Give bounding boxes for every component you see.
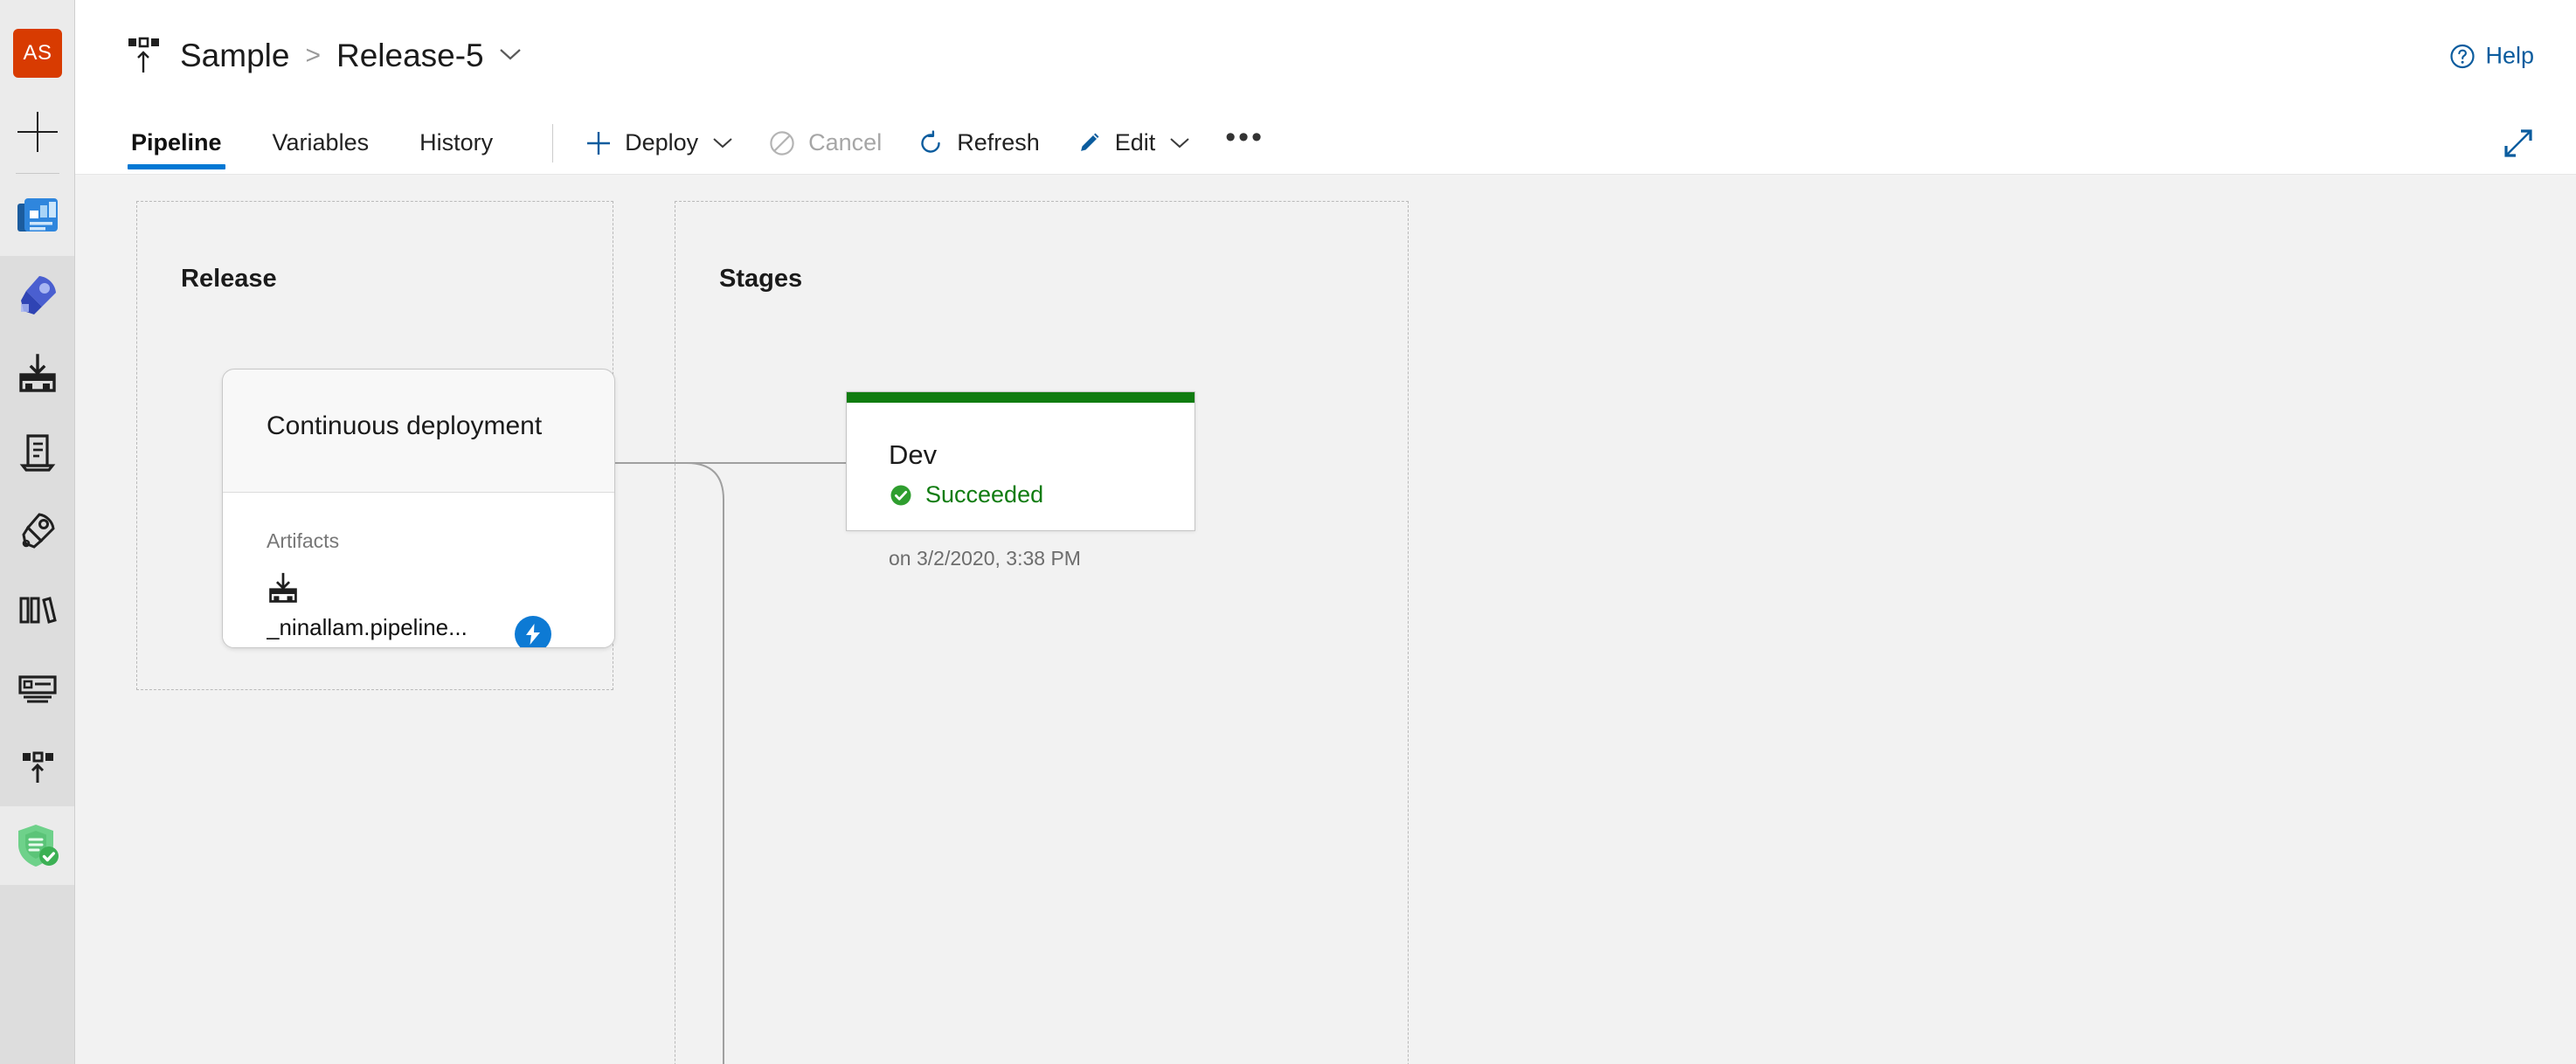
expand-diagonal-icon — [2504, 128, 2532, 157]
task-group-icon — [18, 675, 57, 703]
left-rail: AS — [0, 0, 75, 1064]
stage-status-bar — [847, 392, 1195, 403]
edit-button[interactable]: Edit — [1075, 129, 1191, 157]
stage-dev-title: Dev — [889, 439, 938, 470]
pipeline-canvas: Release Stages Continuous deployment Art… — [75, 175, 2576, 1064]
main-column: Sample > Release-5 Help Pipeline Variabl… — [75, 0, 2576, 1064]
chevron-down-icon[interactable] — [712, 136, 733, 150]
breadcrumb-project[interactable]: Sample — [180, 38, 289, 74]
tab-list: Pipeline Variables History — [128, 112, 540, 175]
rail-item-releases[interactable] — [0, 492, 75, 570]
artifact-download-icon — [267, 572, 614, 610]
tab-history-label: History — [419, 129, 494, 155]
deployment-group-icon — [23, 751, 53, 783]
help-label: Help — [2485, 42, 2534, 69]
rail-item-test-plans[interactable] — [0, 413, 75, 492]
cancel-button: Cancel — [768, 129, 882, 157]
rail-item-security-advisor[interactable] — [0, 806, 75, 885]
plus-icon — [17, 112, 58, 152]
stage-dev-timestamp: on 3/2/2020, 3:38 PM — [889, 547, 1081, 570]
stages-group: Stages — [675, 201, 1409, 1064]
rail-item-overview[interactable] — [0, 177, 75, 256]
tab-variables[interactable]: Variables — [269, 112, 373, 175]
deploy-button[interactable]: Deploy — [585, 129, 733, 157]
rail-bottom-section — [0, 806, 74, 885]
overview-icon — [17, 198, 58, 231]
app-root: AS Sample > Release-5 Help Pipeline Vari… — [0, 0, 2576, 1064]
release-card-title: Continuous deployment — [267, 411, 543, 440]
release-card[interactable]: Continuous deployment Artifacts _ninalla… — [222, 369, 615, 648]
release-pipeline-icon — [128, 37, 164, 75]
test-plan-icon — [19, 434, 56, 472]
help-icon — [2449, 43, 2476, 69]
rail-item-create-new[interactable] — [0, 93, 75, 171]
refresh-icon — [917, 129, 945, 157]
library-icon — [19, 597, 57, 624]
breadcrumb-separator: > — [305, 41, 321, 70]
chevron-down-icon[interactable] — [1169, 136, 1190, 150]
release-card-body: Artifacts _ninallam.pipeline... — [223, 493, 614, 648]
success-check-icon — [889, 483, 913, 508]
stage-dev-body: Dev Succeeded on 3/2/2020, 3:38 PM — [847, 403, 1195, 600]
more-commands-button[interactable]: ••• — [1225, 121, 1264, 165]
rocket-icon — [21, 276, 56, 314]
block-icon — [768, 129, 796, 157]
breadcrumb-release[interactable]: Release-5 — [336, 38, 484, 74]
release-group-title: Release — [181, 265, 277, 293]
stage-dev-status: Succeeded — [889, 481, 1195, 508]
shield-check-icon — [18, 825, 59, 867]
deploy-label: Deploy — [625, 129, 699, 155]
expand-view-button[interactable] — [2503, 128, 2534, 159]
tab-pipeline[interactable]: Pipeline — [128, 112, 225, 175]
cancel-label: Cancel — [808, 129, 883, 155]
tab-variables-label: Variables — [272, 129, 370, 155]
artifact-name: _ninallam.pipeline... — [267, 614, 467, 640]
artifact-download-icon — [19, 354, 56, 392]
command-bar-divider — [552, 123, 554, 162]
artifact-version-link[interactable]: 20200302.7 — [267, 642, 614, 648]
rail-item-artifacts[interactable] — [0, 335, 75, 413]
stages-group-title: Stages — [719, 265, 803, 293]
rail-item-deployment-groups[interactable] — [0, 728, 75, 806]
rail-item-pipelines[interactable] — [0, 256, 75, 335]
rail-divider — [15, 173, 59, 174]
avatar[interactable]: AS — [0, 14, 75, 93]
help-link[interactable]: Help — [2449, 43, 2534, 70]
plus-icon — [585, 129, 613, 157]
tab-history[interactable]: History — [416, 112, 496, 175]
stage-card-dev[interactable]: Dev Succeeded on 3/2/2020, 3:38 PM — [846, 391, 1195, 570]
refresh-button[interactable]: Refresh — [917, 129, 1040, 157]
edit-label: Edit — [1114, 129, 1156, 155]
stage-dev-status-label: Succeeded — [925, 481, 1044, 508]
tab-pipeline-label: Pipeline — [131, 129, 222, 155]
rail-top-section: AS — [0, 0, 74, 256]
pencil-icon — [1075, 129, 1103, 157]
command-bar: Pipeline Variables History Deploy Cancel… — [75, 112, 2576, 175]
breadcrumb: Sample > Release-5 — [180, 38, 523, 74]
chevron-down-icon[interactable] — [498, 46, 523, 66]
rail-item-library[interactable] — [0, 570, 75, 649]
avatar-initials: AS — [13, 29, 62, 78]
page-header: Sample > Release-5 Help — [75, 0, 2576, 112]
rail-item-task-groups[interactable] — [0, 649, 75, 728]
more-commands-label: ••• — [1225, 121, 1264, 154]
artifacts-label: Artifacts — [267, 529, 340, 552]
artifact-row[interactable]: _ninallam.pipeline... 20200302.7 — [267, 572, 614, 648]
rocket-outline-icon — [22, 513, 55, 549]
continuous-deployment-trigger-icon[interactable] — [515, 616, 551, 647]
refresh-label: Refresh — [957, 129, 1040, 155]
